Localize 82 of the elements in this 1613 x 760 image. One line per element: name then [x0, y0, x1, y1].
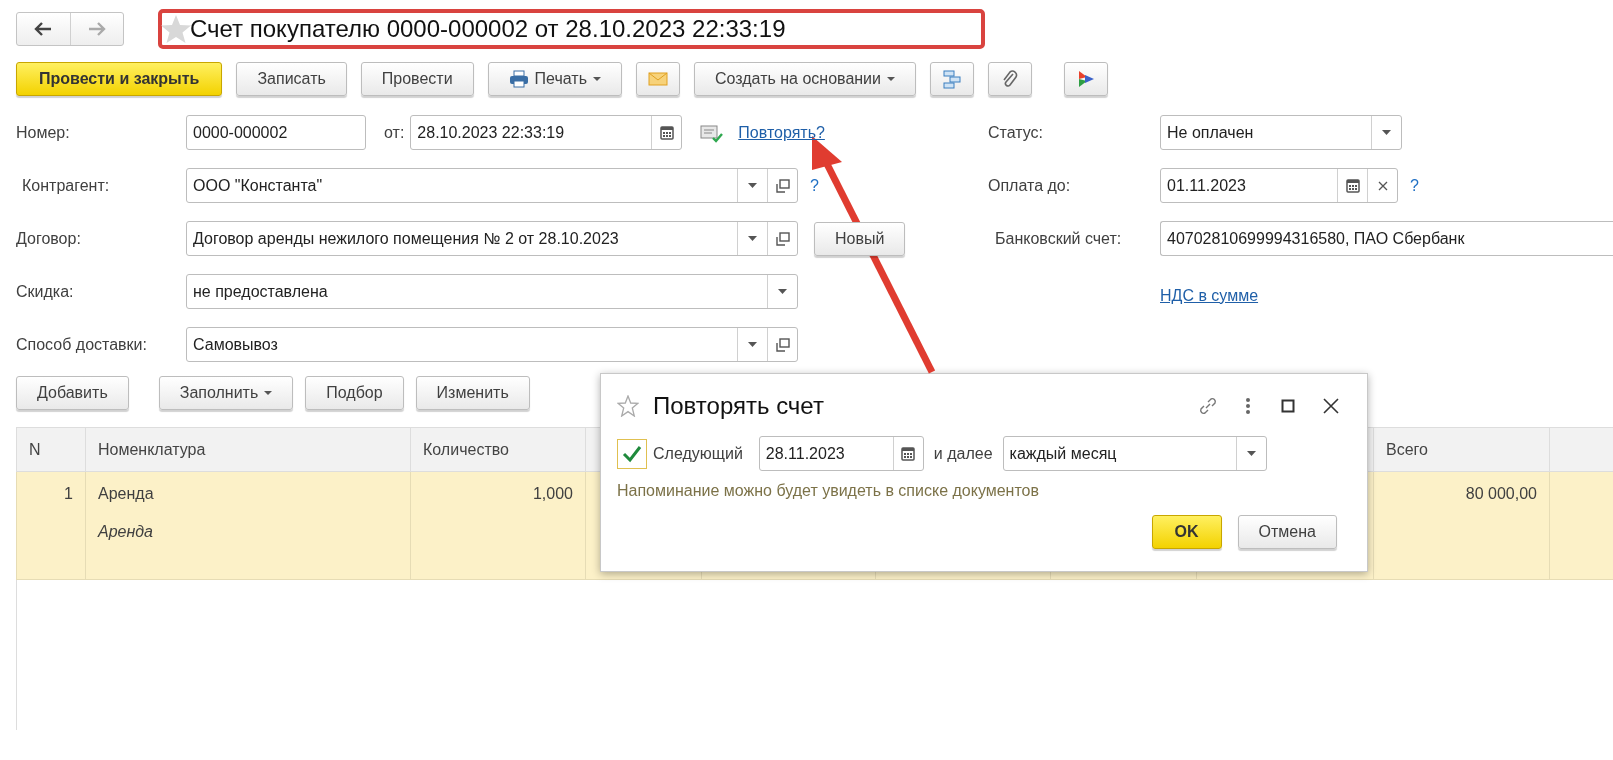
hierarchy-icon — [942, 69, 962, 89]
field-label: Способ доставки: — [16, 334, 148, 355]
open-window-icon — [775, 231, 790, 246]
dropdown-caret-icon — [1382, 130, 1391, 135]
input-field[interactable]: 0000-000002 — [186, 115, 366, 150]
calendar-icon — [1345, 178, 1360, 193]
column-header[interactable]: Номенклатура — [85, 427, 411, 472]
open-window-icon — [775, 337, 790, 352]
structure-button[interactable] — [930, 62, 974, 96]
checkbox-label: Следующий — [653, 443, 743, 464]
toolbar-button[interactable]: Провести — [360, 62, 474, 96]
input-field[interactable]: каждый месяц — [1002, 436, 1267, 471]
repeat-link[interactable]: Повторять? — [738, 120, 825, 145]
table-cell: 1,000 — [532, 485, 573, 502]
input-field[interactable]: 28.10.2023 22:33:19 — [410, 115, 683, 150]
table-cell: 80 000,00 — [1465, 485, 1537, 502]
field-label: Банковский счет: — [995, 228, 1123, 249]
field-label: и далее — [933, 443, 993, 464]
field-label: Статус: — [988, 122, 1045, 143]
input-field[interactable]: 40702810699994316580, ПАО Сбербанк — [1160, 221, 1613, 256]
dropdown-caret-icon — [748, 183, 757, 188]
play-arrows-icon — [1076, 69, 1096, 89]
attach-button[interactable] — [988, 62, 1032, 96]
dropdown-caret-icon — [748, 236, 757, 241]
vat-link[interactable]: НДС в сумме — [1160, 283, 1259, 308]
share-button[interactable] — [1064, 62, 1108, 96]
field-label: Оплата до: — [988, 175, 1072, 196]
dropdown-caret-icon — [1246, 451, 1256, 456]
table-toolbar-button[interactable]: Добавить — [16, 376, 129, 410]
table-cell: 1 — [64, 485, 73, 502]
column-header[interactable]: Всего — [1373, 427, 1550, 472]
star-icon[interactable] — [617, 395, 639, 417]
table-toolbar-button[interactable]: Подбор — [305, 376, 404, 410]
more-options-icon[interactable] — [1245, 397, 1251, 415]
field-label: Контрагент: — [22, 175, 111, 196]
calendar-icon — [901, 446, 916, 461]
input-field[interactable]: Не оплачен — [1160, 115, 1402, 150]
field-label: Договор: — [16, 228, 82, 249]
input-field[interactable]: не предоставлена — [186, 274, 798, 309]
checkbox[interactable] — [617, 438, 647, 469]
table-cell-text: Аренда — [98, 484, 155, 504]
table-toolbar-button[interactable]: Изменить — [415, 376, 530, 410]
paperclip-icon — [1001, 69, 1019, 89]
link-icon[interactable] — [1197, 395, 1219, 417]
close-icon[interactable] — [1323, 398, 1339, 414]
input-field[interactable]: ООО "Константа" — [186, 168, 798, 203]
check-icon — [622, 444, 642, 463]
column-header[interactable]: Количество — [410, 427, 586, 472]
star-icon[interactable] — [160, 14, 192, 44]
input-field[interactable]: Договор аренды нежилого помещения № 2 от 28.10.2023 — [186, 221, 798, 256]
back-arrow-icon[interactable] — [34, 22, 53, 36]
input-field[interactable]: Самовывоз — [186, 327, 798, 362]
field-label: от: — [384, 122, 405, 143]
dropdown-caret-icon — [748, 342, 757, 347]
field-label: Номер: — [16, 122, 71, 143]
table-toolbar-button[interactable]: Заполнить — [158, 376, 294, 410]
envelope-icon — [648, 72, 668, 86]
printer-icon — [508, 70, 529, 88]
toolbar-button[interactable]: Провести и закрыть — [16, 62, 223, 96]
clear-icon — [1377, 180, 1388, 191]
input-field[interactable]: 28.11.2023 — [758, 436, 924, 471]
table-cell-text: Аренда — [98, 522, 154, 542]
toolbar-button[interactable]: Записать — [236, 62, 347, 96]
field-label: Скидка: — [16, 281, 75, 302]
dialog-button[interactable]: OK — [1151, 515, 1222, 549]
new-button[interactable]: Новый — [814, 221, 906, 256]
reminder-icon[interactable] — [700, 122, 725, 143]
forward-arrow-icon[interactable] — [87, 22, 106, 36]
dropdown-caret-icon — [778, 289, 787, 294]
calendar-icon — [659, 125, 674, 140]
document-title: Счет покупателю 0000-000002 от 28.10.2023 22:33:19 — [190, 15, 786, 43]
maximize-icon[interactable] — [1281, 399, 1295, 413]
open-window-icon — [775, 178, 790, 193]
dialog-button[interactable]: Отмена — [1237, 515, 1337, 549]
toolbar-button[interactable]: Печать — [487, 62, 622, 96]
help-link[interactable]: ? — [810, 173, 819, 198]
help-link[interactable]: ? — [1410, 173, 1419, 198]
hint-text: Напоминание можно будет увидеть в списке документов — [617, 481, 1040, 501]
input-field[interactable]: 01.11.2023 — [1160, 168, 1398, 203]
dialog-title: Повторять счет — [653, 391, 824, 421]
column-header[interactable]: N — [16, 427, 86, 472]
toolbar-button[interactable]: Создать на основании — [694, 62, 916, 96]
